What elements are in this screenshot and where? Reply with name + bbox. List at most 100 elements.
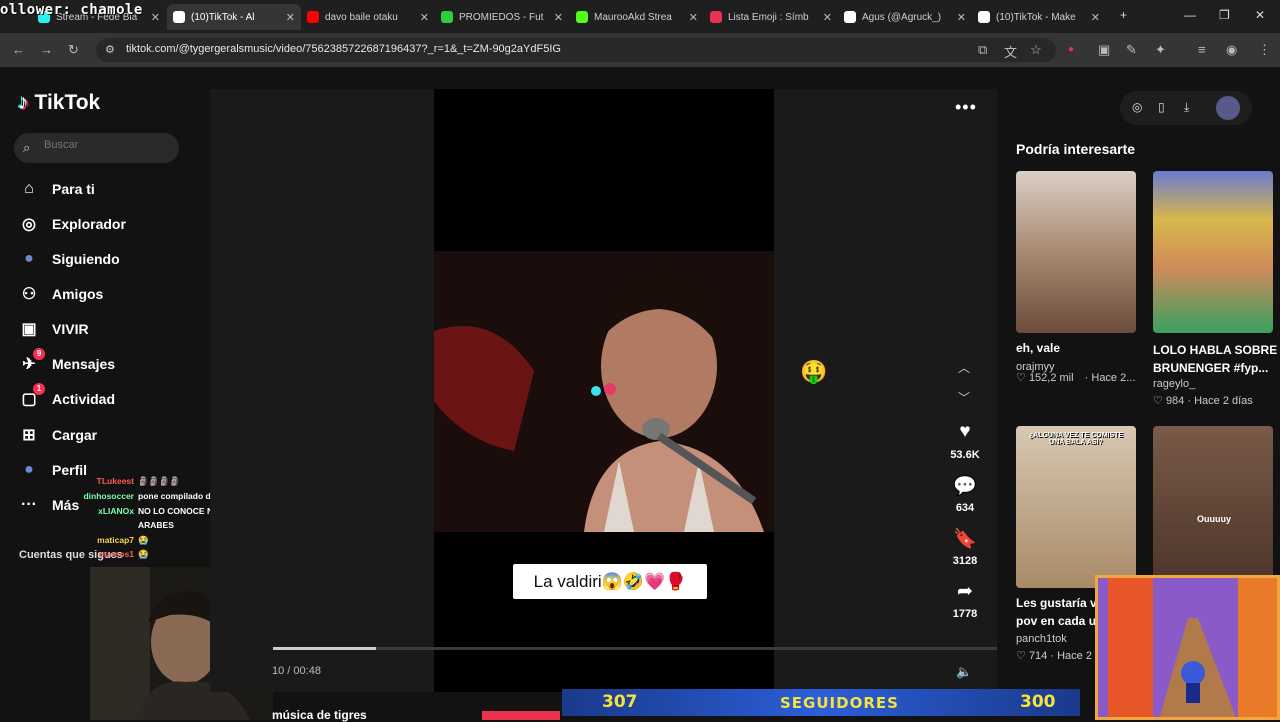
emoji-icon xyxy=(710,11,722,23)
close-tab-icon[interactable]: ✕ xyxy=(151,11,160,24)
extension-2-icon[interactable]: ✎ xyxy=(1126,42,1137,58)
reload-icon[interactable]: ↻ xyxy=(68,42,79,58)
sidebar-item-label: Más xyxy=(52,497,80,513)
video-time: 10 / 00:48 xyxy=(272,665,321,677)
tab-title: (10)TikTok - Make xyxy=(996,11,1076,23)
address-bar[interactable]: ⚙ tiktok.com/@tygergeralsmusic/video/756… xyxy=(96,38,1056,62)
close-tab-icon[interactable]: ✕ xyxy=(1091,11,1100,24)
tiktok-logo[interactable]: ♪ TikTok xyxy=(18,91,100,115)
extensions-puzzle-icon[interactable]: ✦ xyxy=(1155,42,1166,58)
browser-tab[interactable]: davo baile otaku ✕ xyxy=(301,4,435,30)
chat-text: 😭 xyxy=(138,549,149,559)
browser-tab[interactable]: Lista Emoji : Símb ✕ xyxy=(704,4,838,30)
comment-button[interactable]: 💬 634 xyxy=(944,474,986,516)
live-icon: ▣ xyxy=(21,321,37,338)
sidebar-item-perfil[interactable]: ● Perfil xyxy=(18,456,87,484)
search-box[interactable]: ⌕ xyxy=(14,133,179,163)
search-input[interactable] xyxy=(44,139,174,151)
next-video-icon[interactable]: ﹀ xyxy=(958,389,970,406)
volume-icon[interactable]: 🔈 xyxy=(956,664,972,680)
save-button[interactable]: 🔖 3128 xyxy=(944,527,986,569)
stream-follower-ticker: ollower: chamole xyxy=(0,2,143,18)
back-icon[interactable]: ← xyxy=(12,42,25,57)
sidebar-item-siguiendo[interactable]: ● Siguiendo xyxy=(18,245,120,273)
url-text[interactable]: tiktok.com/@tygergeralsmusic/video/75623… xyxy=(126,43,561,55)
recommended-thumbnail[interactable]: Ouuuuy xyxy=(1153,426,1273,588)
chat-username: xLIANOx xyxy=(98,506,134,516)
recommended-meta-1: ♡ 152,2 mil · Hace 2... xyxy=(1016,372,1136,384)
share-count: 1778 xyxy=(952,608,978,620)
sidebar-item-mensajes[interactable]: ✈ 9 Mensajes xyxy=(18,348,116,378)
sidebar-item-m-s[interactable]: ··· Más xyxy=(18,491,79,519)
recommended-title: Podría interesarte xyxy=(1016,141,1136,157)
browser-tab[interactable]: MaurooAkd Strea ✕ xyxy=(570,4,704,30)
sidebar-item-amigos[interactable]: ⚇ Amigos xyxy=(18,280,104,308)
recommended-title-1[interactable]: eh, vale xyxy=(1016,341,1141,355)
browser-nav-bar: ← → ↻ ⚙ tiktok.com/@tygergeralsmusic/vid… xyxy=(0,33,1280,67)
more-options-icon[interactable]: ••• xyxy=(955,97,977,118)
close-tab-icon[interactable]: ✕ xyxy=(823,11,832,24)
sidebar-item-label: Amigos xyxy=(52,286,104,302)
close-tab-icon[interactable]: ✕ xyxy=(689,11,698,24)
tab-title: (10)TikTok - Al xyxy=(191,11,255,23)
minimize-icon[interactable]: — xyxy=(1184,8,1196,22)
close-tab-icon[interactable]: ✕ xyxy=(554,11,563,24)
notification-badge: 9 xyxy=(33,348,45,360)
adblock-icon[interactable]: ● xyxy=(1068,44,1074,55)
browser-tab[interactable]: (10)TikTok - Al ✕ xyxy=(167,4,301,30)
device-icon[interactable]: ▯ xyxy=(1158,100,1165,114)
compass-icon: ◎ xyxy=(22,216,36,233)
recommended-title-2[interactable]: LOLO HABLA SOBRE BRUNENGER #fyp... xyxy=(1153,341,1278,377)
share-button[interactable]: ➦ 1778 xyxy=(944,580,986,622)
close-tab-icon[interactable]: ✕ xyxy=(957,11,966,24)
recommended-likes-3: 714 xyxy=(1028,650,1048,662)
profile-icon[interactable]: ◉ xyxy=(1226,42,1237,58)
close-tab-icon[interactable]: ✕ xyxy=(420,11,429,24)
media-control-icon[interactable]: ≡ xyxy=(1198,42,1206,57)
user-avatar[interactable] xyxy=(1216,96,1240,120)
recommended-title-3b[interactable]: pov en cada u xyxy=(1016,614,1096,628)
bookmark-star-icon[interactable]: ☆ xyxy=(1030,42,1042,58)
friends-icon: ⚇ xyxy=(21,286,37,303)
forward-icon[interactable]: → xyxy=(40,42,53,57)
browser-tab[interactable]: PROMIEDOS - Fut ✕ xyxy=(435,4,569,30)
sidebar-item-vivir[interactable]: ▣ VIVIR xyxy=(18,315,88,343)
video-progress-bar[interactable] xyxy=(273,647,997,650)
translate-icon[interactable]: 文 xyxy=(1004,42,1017,61)
sidebar-item-label: Mensajes xyxy=(52,356,116,372)
like-button[interactable]: ♥ 53.6K xyxy=(944,421,986,463)
recommended-thumbnail[interactable] xyxy=(1016,171,1136,333)
top-right-toolbar: ◎ ▯ ⤓ xyxy=(1120,91,1252,125)
sidebar-item-para-ti[interactable]: ⌂ Para ti xyxy=(18,175,95,203)
video-content[interactable] xyxy=(434,251,774,532)
recommended-title-3[interactable]: Les gustaría v xyxy=(1016,596,1096,610)
site-settings-icon[interactable]: ⚙ xyxy=(105,43,115,56)
chat-username: marcos1 xyxy=(99,549,134,559)
recommended-user-3[interactable]: panch1tok xyxy=(1016,633,1067,645)
recommended-thumbnail[interactable]: ¿ALGUNA VEZ TE COMISTE UNA BALA ASÍ? xyxy=(1016,426,1136,588)
recommended-thumbnail[interactable] xyxy=(1153,171,1273,333)
activity-icon: ▢ 1 xyxy=(18,383,45,410)
recommended-time-1: Hace 2... xyxy=(1091,372,1136,384)
browser-tab[interactable]: (10)TikTok - Make ✕ xyxy=(972,4,1106,30)
share-icon: ➦ xyxy=(957,581,973,602)
recommended-user-2[interactable]: rageylo_ xyxy=(1153,378,1195,390)
close-window-icon[interactable]: ✕ xyxy=(1255,8,1265,22)
sidebar-item-cargar[interactable]: ⊞ Cargar xyxy=(18,421,97,449)
comment-icon: 💬 xyxy=(953,476,977,497)
browser-tab[interactable]: Agus (@Agruck_) ✕ xyxy=(838,4,972,30)
close-tab-icon[interactable]: ✕ xyxy=(286,11,295,24)
install-app-icon[interactable]: ⧉ xyxy=(978,42,987,58)
previous-video-icon[interactable]: ︿ xyxy=(958,359,970,376)
extension-icon[interactable]: ▣ xyxy=(1098,42,1110,58)
browser-menu-icon[interactable]: ⋮ xyxy=(1258,42,1271,58)
sidebar-item-actividad[interactable]: ▢ 1 Actividad xyxy=(18,383,115,413)
explore-icon[interactable]: ◎ xyxy=(1132,100,1142,114)
maximize-icon[interactable]: ❐ xyxy=(1219,8,1230,22)
tab-title: Lista Emoji : Símb xyxy=(728,11,809,23)
save-count: 3128 xyxy=(952,555,978,567)
sidebar-item-explorador[interactable]: ◎ Explorador xyxy=(18,210,126,238)
new-tab-button[interactable]: + xyxy=(1120,8,1127,22)
download-icon[interactable]: ⤓ xyxy=(1184,100,1189,115)
recommended-meta-2: ♡ 984 · Hace 2 días xyxy=(1153,395,1253,407)
